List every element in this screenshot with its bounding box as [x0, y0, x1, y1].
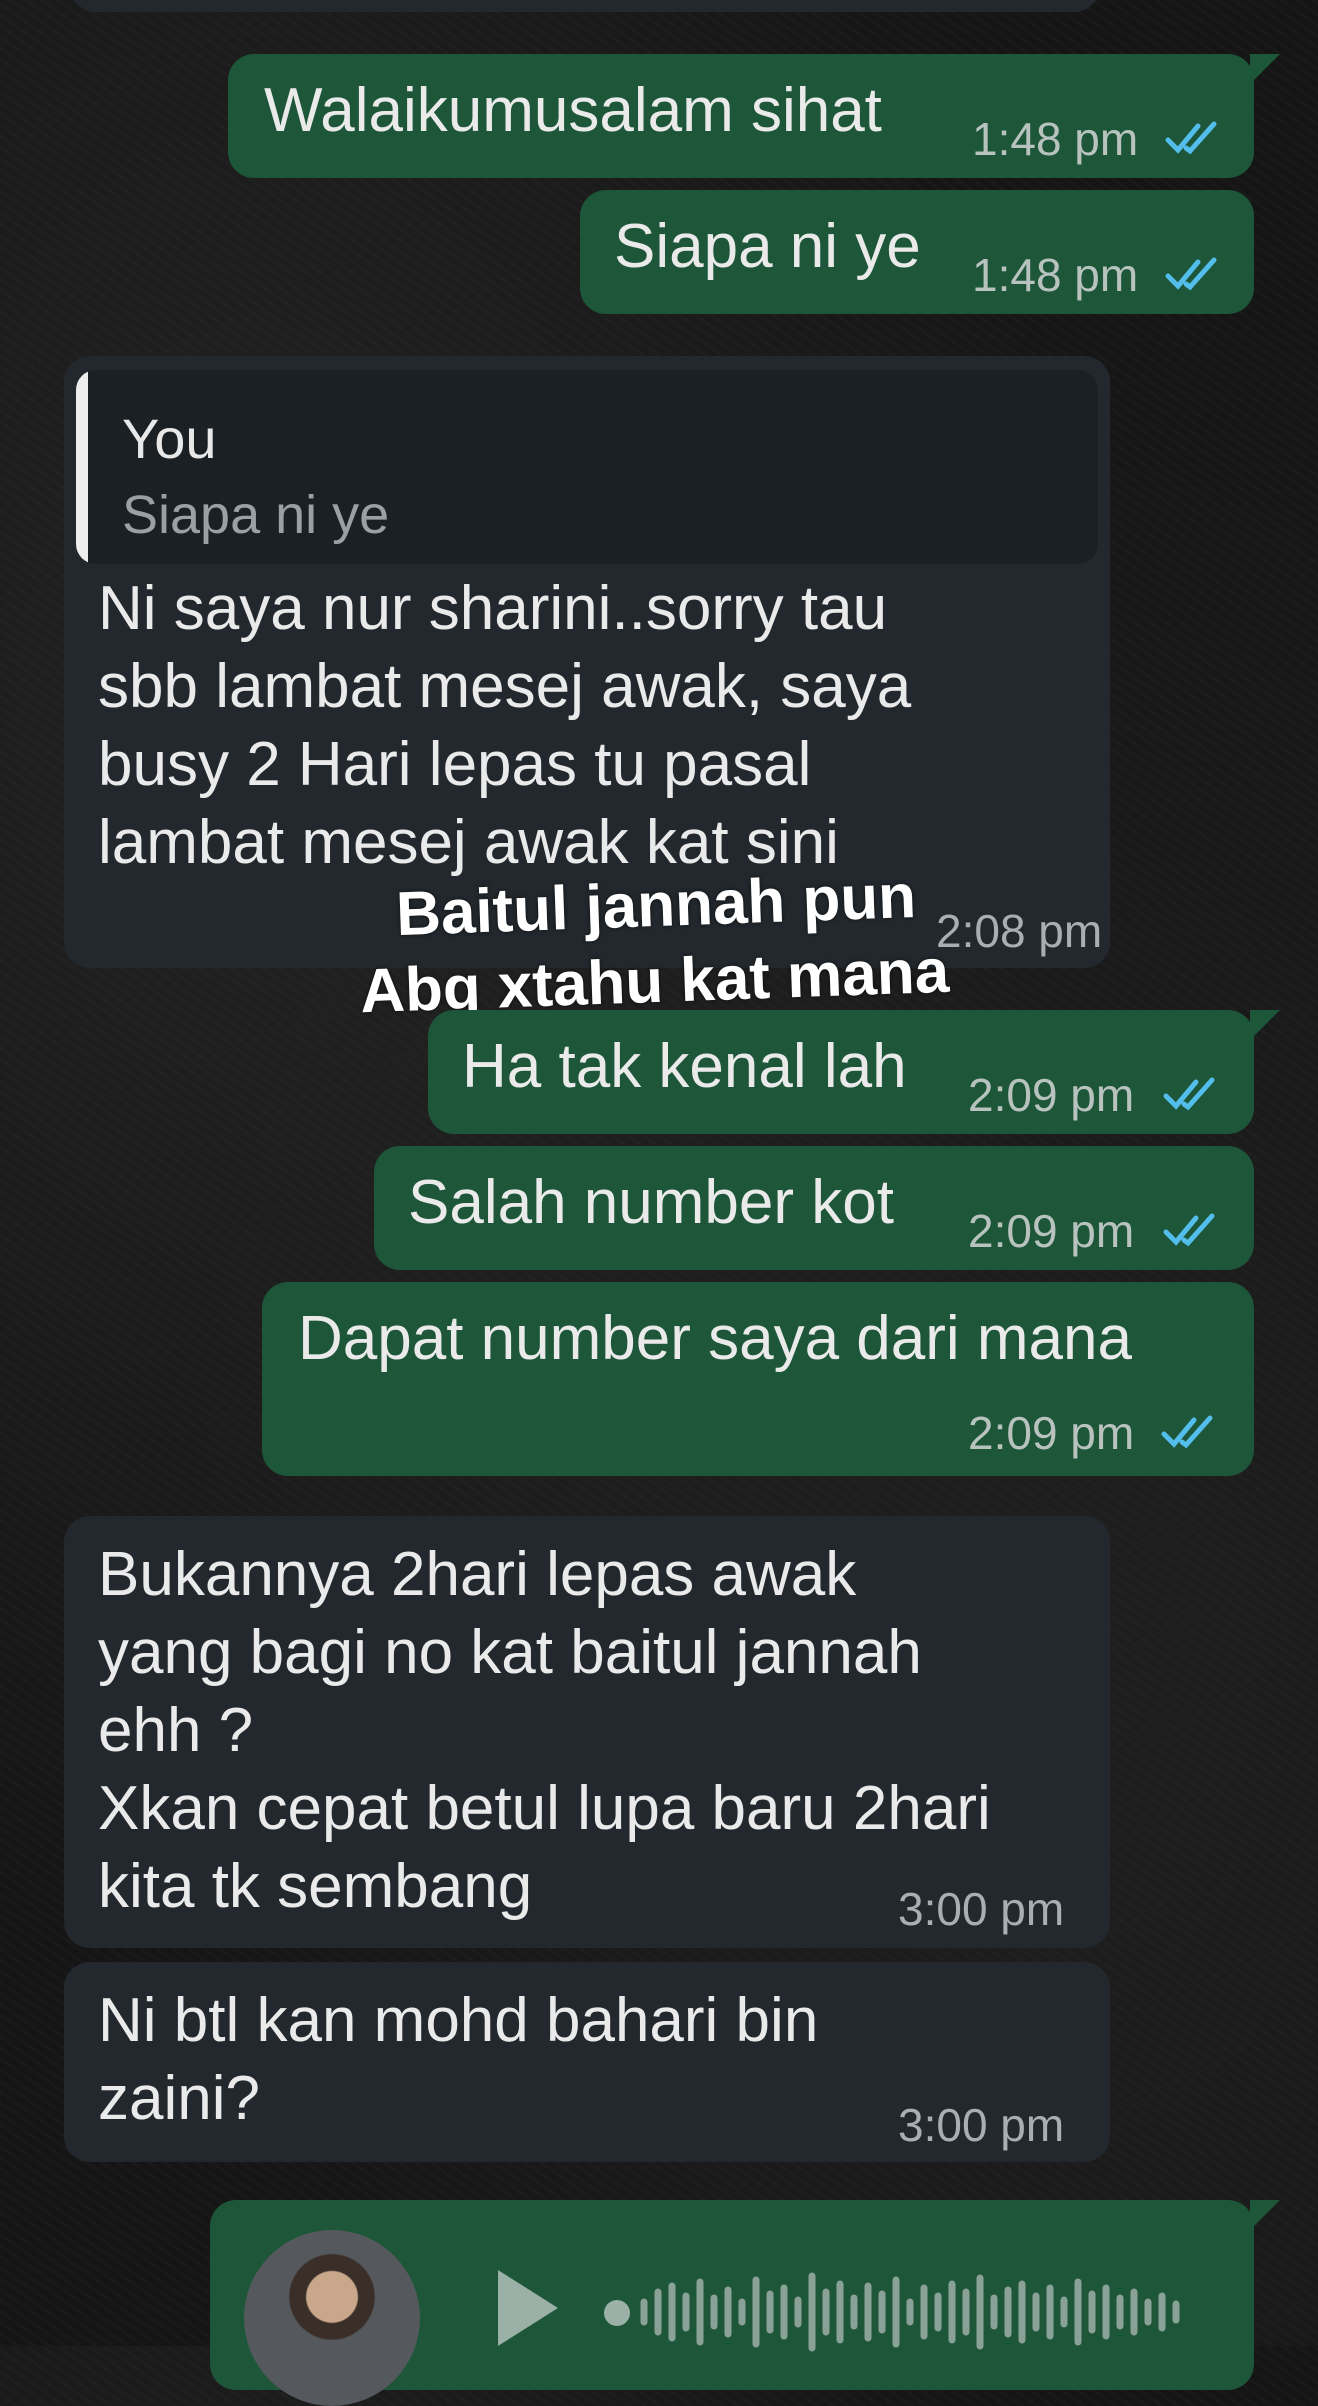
message-time: 3:00 pm — [898, 1883, 1065, 1935]
message-text: Ni saya nur sharini..sorry tau sbb lamba… — [98, 574, 912, 877]
message-time: 1:48 pm — [972, 249, 1139, 301]
message-text: Salah number kot — [408, 1168, 894, 1237]
message-time: 2:09 pm — [968, 1069, 1135, 1121]
message-text: Ni btl kan mohd bahari bin zaini? — [98, 1986, 819, 2133]
quote-bar — [76, 370, 88, 564]
message-time: 3:00 pm — [898, 2099, 1065, 2151]
message-time: 2:09 pm — [968, 1205, 1135, 1257]
incoming-message[interactable]: Bukannya 2hari lepas awak yang bagi no k… — [64, 1516, 1110, 1948]
outgoing-message[interactable]: Salah number kot 2:09 pm — [374, 1146, 1254, 1270]
message-text: Bukannya 2hari lepas awak yang bagi no k… — [98, 1540, 991, 1921]
outgoing-message[interactable]: Dapat number saya dari mana 2:09 pm — [262, 1282, 1254, 1476]
double-check-icon — [1163, 1077, 1215, 1111]
voice-waveform[interactable] — [638, 2262, 1198, 2362]
message-text: Dapat number saya dari mana — [298, 1304, 1133, 1373]
partial-message-bubble — [70, 0, 1100, 12]
double-check-icon — [1165, 257, 1217, 291]
message-text: Walaikumusalam sihat — [264, 76, 882, 145]
message-time: 2:09 pm — [968, 1407, 1135, 1459]
outgoing-message[interactable]: Walaikumusalam sihat 1:48 pm — [228, 54, 1280, 178]
quoted-message[interactable]: You Siapa ni ye — [76, 370, 1098, 564]
voice-message[interactable] — [210, 2200, 1280, 2406]
avatar[interactable] — [244, 2230, 420, 2406]
double-check-icon — [1163, 1213, 1215, 1247]
double-check-icon — [1165, 121, 1217, 155]
incoming-message[interactable]: Ni btl kan mohd bahari bin zaini? 3:00 p… — [64, 1962, 1110, 2162]
play-icon[interactable] — [492, 2266, 564, 2350]
message-time: 2:08 pm — [936, 905, 1103, 957]
double-check-icon — [1161, 1415, 1213, 1449]
outgoing-message[interactable]: Ha tak kenal lah 2:09 pm — [428, 1010, 1280, 1134]
message-time: 1:48 pm — [972, 113, 1139, 165]
message-text: Ha tak kenal lah — [462, 1032, 907, 1101]
quote-text: Siapa ni ye — [122, 485, 390, 545]
playback-position-dot[interactable] — [604, 2300, 630, 2326]
outgoing-message[interactable]: Siapa ni ye 1:48 pm — [580, 190, 1254, 314]
message-text: Siapa ni ye — [614, 212, 921, 281]
quote-author: You — [122, 407, 217, 470]
